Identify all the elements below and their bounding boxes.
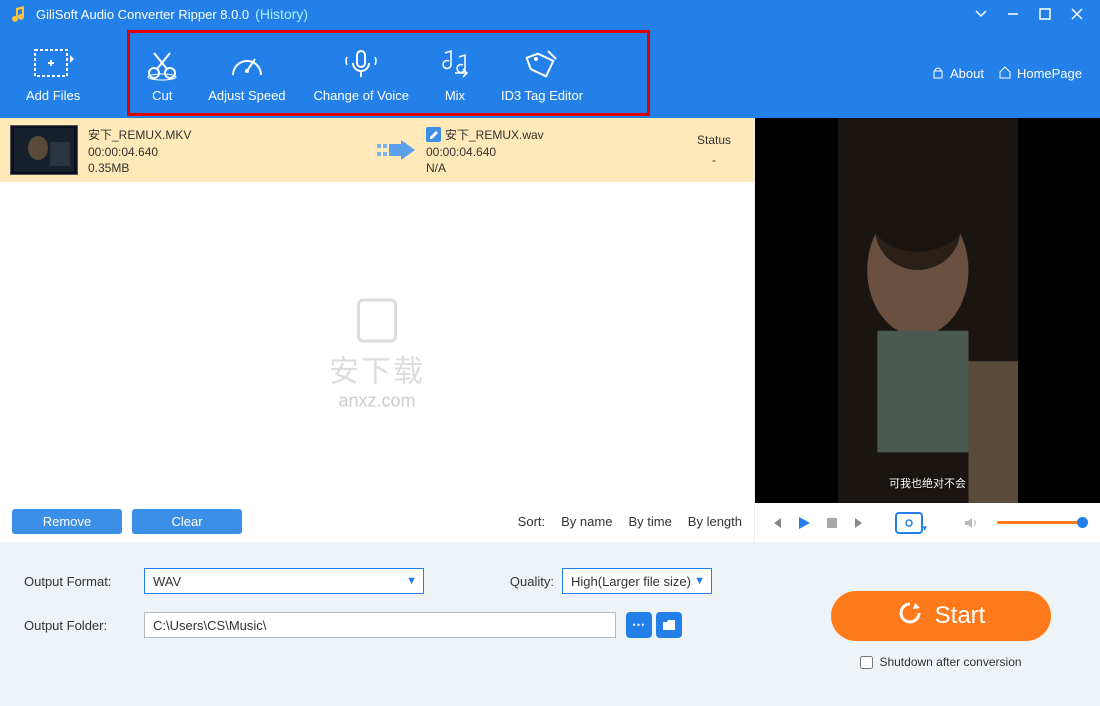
quality-dropdown[interactable]: High(Larger file size) ▼ bbox=[562, 568, 712, 594]
output-format-dropdown[interactable]: WAV ▼ bbox=[144, 568, 424, 594]
gauge-icon bbox=[229, 44, 265, 84]
preview-pane: 可我也绝对不会 ▾ bbox=[754, 118, 1100, 542]
change-voice-button[interactable]: Change of Voice bbox=[300, 33, 423, 113]
home-icon bbox=[998, 65, 1012, 82]
add-files-button[interactable]: Add Files bbox=[12, 33, 94, 113]
chevron-down-icon: ▼ bbox=[694, 575, 705, 587]
status-value: - bbox=[684, 153, 744, 167]
close-button[interactable] bbox=[1064, 4, 1090, 24]
quality-label: Quality: bbox=[494, 574, 554, 589]
file-list-pane: 安下_REMUX.MKV 00:00:04.640 0.35MB 安下_REMU… bbox=[0, 118, 754, 542]
start-label: Start bbox=[935, 602, 986, 630]
change-voice-label: Change of Voice bbox=[314, 88, 409, 103]
thumbnail bbox=[10, 125, 78, 175]
app-icon bbox=[10, 5, 28, 23]
snapshot-button[interactable]: ▾ bbox=[895, 512, 923, 534]
output-format-value: WAV bbox=[153, 574, 181, 589]
dst-filename: 安下_REMUX.wav bbox=[445, 126, 544, 143]
id3-label: ID3 Tag Editor bbox=[501, 88, 583, 103]
sort-by-time[interactable]: By time bbox=[628, 514, 671, 529]
mix-icon bbox=[437, 44, 473, 84]
add-files-label: Add Files bbox=[26, 88, 80, 103]
mix-label: Mix bbox=[445, 88, 465, 103]
homepage-link[interactable]: HomePage bbox=[998, 65, 1082, 82]
src-duration: 00:00:04.640 bbox=[88, 145, 368, 159]
dst-size: N/A bbox=[426, 161, 684, 175]
id3-button[interactable]: ID3 Tag Editor bbox=[487, 33, 597, 113]
output-format-label: Output Format: bbox=[24, 574, 144, 589]
play-button[interactable] bbox=[795, 514, 813, 532]
cut-button[interactable]: Cut bbox=[130, 33, 194, 113]
adjust-speed-label: Adjust Speed bbox=[208, 88, 285, 103]
next-button[interactable] bbox=[851, 514, 869, 532]
output-panel: Output Format: WAV ▼ Quality: High(Large… bbox=[0, 542, 1100, 706]
sort-label: Sort: bbox=[518, 514, 545, 529]
mix-button[interactable]: Mix bbox=[423, 33, 487, 113]
stop-button[interactable] bbox=[823, 514, 841, 532]
prev-button[interactable] bbox=[767, 514, 785, 532]
subtitle-text: 可我也绝对不会 bbox=[838, 475, 1018, 491]
chevron-down-icon: ▼ bbox=[406, 575, 417, 587]
quality-value: High(Larger file size) bbox=[571, 574, 691, 589]
sort-by-name[interactable]: By name bbox=[561, 514, 612, 529]
tag-icon bbox=[524, 44, 560, 84]
volume-icon[interactable] bbox=[963, 514, 981, 532]
output-folder-input[interactable]: C:\Users\CS\Music\ bbox=[144, 612, 616, 638]
minimize-button[interactable] bbox=[1000, 4, 1026, 24]
lock-icon bbox=[931, 65, 945, 82]
microphone-icon bbox=[343, 44, 379, 84]
toolbar: Add Files Cut Adjust Speed Change of Voi… bbox=[0, 28, 1100, 118]
list-bottom-bar: Remove Clear Sort: By name By time By le… bbox=[0, 501, 754, 542]
add-files-icon bbox=[32, 44, 74, 84]
open-folder-button[interactable] bbox=[656, 612, 682, 638]
about-link[interactable]: About bbox=[931, 65, 984, 82]
adjust-speed-button[interactable]: Adjust Speed bbox=[194, 33, 299, 113]
shutdown-checkbox-row[interactable]: Shutdown after conversion bbox=[860, 655, 1021, 669]
maximize-button[interactable] bbox=[1032, 4, 1058, 24]
titlebar: GiliSoft Audio Converter Ripper 8.0.0 (H… bbox=[0, 0, 1100, 28]
output-folder-label: Output Folder: bbox=[24, 618, 144, 633]
status-header: Status bbox=[684, 133, 744, 147]
about-label: About bbox=[950, 66, 984, 81]
sort-by-length[interactable]: By length bbox=[688, 514, 742, 529]
output-folder-value: C:\Users\CS\Music\ bbox=[153, 618, 266, 633]
shutdown-checkbox[interactable] bbox=[860, 656, 873, 669]
volume-slider[interactable] bbox=[997, 521, 1088, 524]
browse-button[interactable]: ⋯ bbox=[626, 612, 652, 638]
src-size: 0.35MB bbox=[88, 161, 368, 175]
edit-icon[interactable] bbox=[426, 127, 441, 142]
video-preview[interactable]: 可我也绝对不会 bbox=[755, 118, 1100, 503]
cut-label: Cut bbox=[152, 88, 172, 103]
dst-duration: 00:00:04.640 bbox=[426, 145, 684, 159]
shutdown-label: Shutdown after conversion bbox=[879, 655, 1021, 669]
playback-bar: ▾ bbox=[755, 503, 1100, 542]
arrow-icon bbox=[368, 138, 426, 162]
src-filename: 安下_REMUX.MKV bbox=[88, 126, 368, 143]
clear-button[interactable]: Clear bbox=[132, 509, 242, 534]
refresh-icon bbox=[897, 600, 923, 633]
file-row[interactable]: 安下_REMUX.MKV 00:00:04.640 0.35MB 安下_REMU… bbox=[0, 118, 754, 182]
dropdown-icon[interactable] bbox=[968, 4, 994, 24]
start-button[interactable]: Start bbox=[831, 591, 1051, 641]
app-title: GiliSoft Audio Converter Ripper 8.0.0 bbox=[36, 7, 249, 22]
scissors-icon bbox=[144, 44, 180, 84]
homepage-label: HomePage bbox=[1017, 66, 1082, 81]
history-link[interactable]: (History) bbox=[255, 6, 308, 22]
remove-button[interactable]: Remove bbox=[12, 509, 122, 534]
